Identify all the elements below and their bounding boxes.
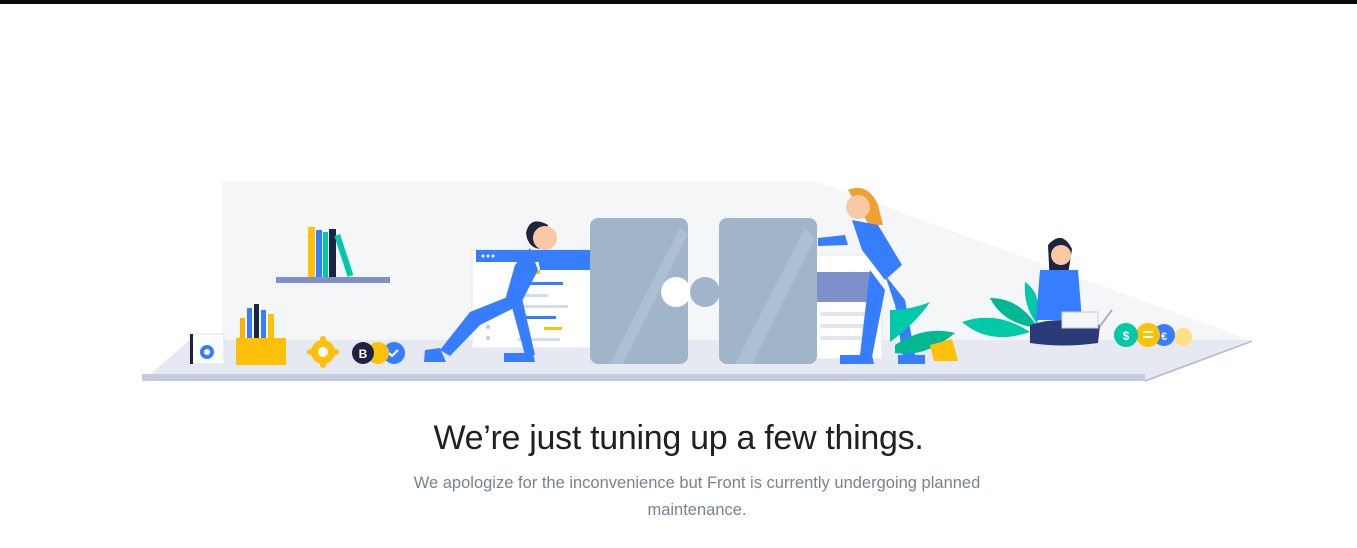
- puzzle-piece-left: [590, 218, 691, 364]
- page-title: We’re just tuning up a few things.: [433, 419, 924, 457]
- gear-box-icon: [189, 333, 225, 365]
- floor: [142, 340, 1253, 382]
- dollar-coin-label: $: [1123, 329, 1130, 343]
- euro-coin-label: €: [1161, 331, 1167, 343]
- maintenance-description: We apologize for the inconvenience but F…: [413, 474, 981, 519]
- maintenance-illustration: B € $: [142, 182, 1253, 382]
- bitcoin-coin-label: B: [359, 347, 368, 361]
- coins-left-icon: B: [352, 342, 405, 364]
